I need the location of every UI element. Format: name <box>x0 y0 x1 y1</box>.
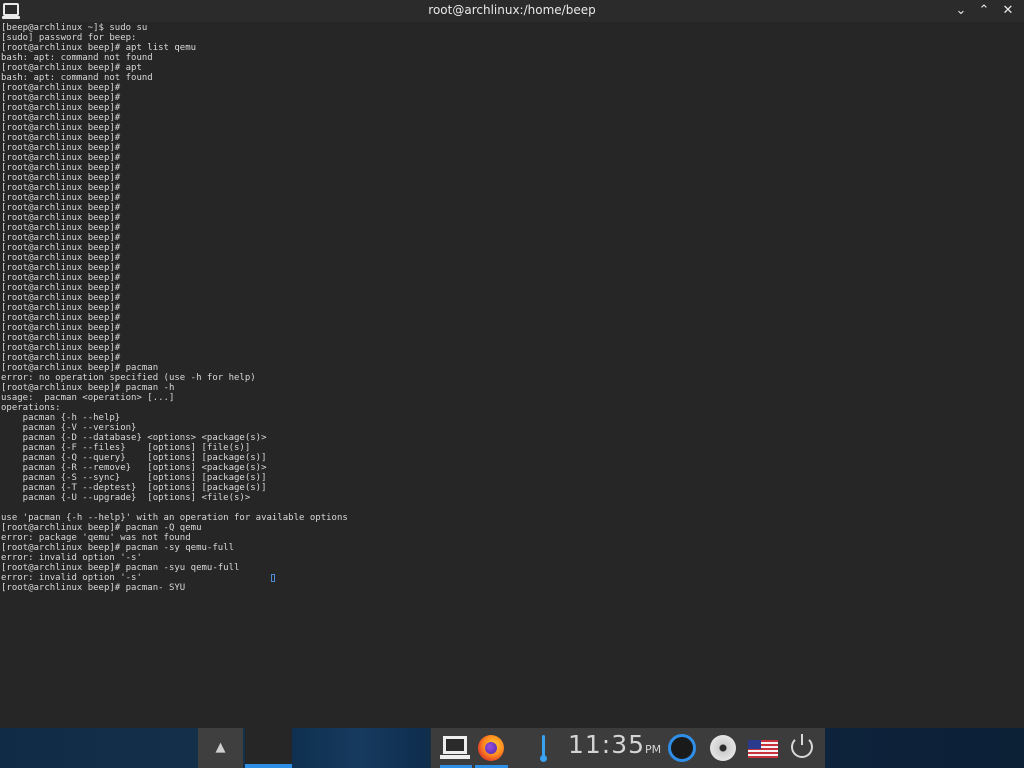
window-titlebar[interactable]: root@archlinux:/home/beep ⌄ ⌃ ✕ <box>0 0 1024 22</box>
terminal-line: [root@archlinux beep]# <box>1 313 121 323</box>
task-terminal-window[interactable] <box>245 728 292 768</box>
terminal-line: [root@archlinux beep]# <box>1 223 121 233</box>
terminal-line: [root@archlinux beep]# <box>1 303 121 313</box>
terminal-line: pacman {-F --files} [options] [file(s)] <box>1 443 251 453</box>
terminal-line: error: invalid option '-s' <box>1 573 142 583</box>
terminal-line: [root@archlinux beep]# <box>1 323 121 333</box>
terminal-line: [root@archlinux beep]# <box>1 183 121 193</box>
minimize-button[interactable]: ⌄ <box>952 2 970 20</box>
terminal-line: [root@archlinux beep]# <box>1 333 121 343</box>
disc-icon[interactable] <box>710 735 736 761</box>
terminal-line: pacman {-D --database} <options> <packag… <box>1 433 267 443</box>
window-title: root@archlinux:/home/beep <box>428 3 596 17</box>
terminal-line: [root@archlinux beep]# <box>1 343 121 353</box>
terminal-line: [root@archlinux beep]# <box>1 263 121 273</box>
terminal-line: [root@archlinux beep]# <box>1 93 121 103</box>
terminal-line: [root@archlinux beep]# <box>1 273 121 283</box>
power-icon[interactable] <box>791 734 813 758</box>
terminal-line: [root@archlinux beep]# apt list qemu <box>1 43 197 53</box>
thermometer-icon[interactable] <box>540 735 547 762</box>
terminal-line: pacman {-V --version} <box>1 423 137 433</box>
terminal-line: operations: <box>1 403 61 413</box>
firefox-icon[interactable] <box>478 735 504 761</box>
terminal-line: [root@archlinux beep]# <box>1 173 121 183</box>
terminal-line: pacman {-R --remove} [options] <package(… <box>1 463 267 473</box>
terminal-line: [root@archlinux beep]# <box>1 153 121 163</box>
terminal-line: [root@archlinux beep]# <box>1 83 121 93</box>
terminal-line: error: package 'qemu' was not found <box>1 533 191 543</box>
terminal-line: [root@archlinux beep]# <box>1 143 121 153</box>
terminal-line: use 'pacman {-h --help}' with an operati… <box>1 513 348 523</box>
terminal-line: [root@archlinux beep]# <box>1 253 121 263</box>
terminal-line: [root@archlinux beep]# <box>1 283 121 293</box>
terminal-line: [root@archlinux beep]# <box>1 353 121 363</box>
terminal-line: [root@archlinux beep]# <box>1 113 121 123</box>
terminal-line: [root@archlinux beep]# <box>1 243 121 253</box>
terminal-line: [root@archlinux beep]# <box>1 193 121 203</box>
text-cursor <box>271 574 275 582</box>
terminal-line: [root@archlinux beep]# apt <box>1 63 142 73</box>
maximize-button[interactable]: ⌃ <box>975 2 993 20</box>
terminal-line: [root@archlinux beep]# pacman -syu qemu-… <box>1 563 240 573</box>
terminal-line: [root@archlinux beep]# pacman- SYU <box>1 583 186 593</box>
terminal-line: error: invalid option '-s' <box>1 553 142 563</box>
terminal-line: [root@archlinux beep]# <box>1 293 121 303</box>
ring-icon[interactable] <box>668 734 696 762</box>
taskbar-background <box>292 728 428 768</box>
terminal-line: [root@archlinux beep]# <box>1 163 121 173</box>
clock-time: 11:35 <box>568 730 646 759</box>
active-task-indicator <box>245 764 292 768</box>
terminal-line: pacman {-h --help} <box>1 413 121 423</box>
terminal-line: error: no operation specified (use -h fo… <box>1 373 256 383</box>
clock[interactable]: 11:35PM <box>568 730 661 759</box>
terminal-line: [root@archlinux beep]# pacman -h <box>1 383 175 393</box>
terminal-line: bash: apt: command not found <box>1 73 153 83</box>
terminal-line: pacman {-T --deptest} [options] [package… <box>1 483 267 493</box>
terminal-line: [root@archlinux beep]# <box>1 123 121 133</box>
monitor-base <box>440 755 470 759</box>
taskbar: ▲ 11:35PM <box>0 728 1024 768</box>
us-flag-icon[interactable] <box>748 740 778 758</box>
terminal-line: [beep@archlinux ~]$ sudo su <box>1 23 148 33</box>
terminal-output[interactable]: [beep@archlinux ~]$ sudo su [sudo] passwo… <box>0 23 1024 728</box>
terminal-line: pacman {-Q --query} [options] [package(s… <box>1 453 267 463</box>
terminal-line: pacman {-S --sync} [options] [package(s)… <box>1 473 267 483</box>
terminal-line: pacman {-U --upgrade} [options] <file(s)… <box>1 493 251 503</box>
show-hidden-button[interactable]: ▲ <box>198 728 243 768</box>
terminal-line: [root@archlinux beep]# <box>1 133 121 143</box>
terminal-line: [root@archlinux beep]# <box>1 233 121 243</box>
terminal-line: usage: pacman <operation> [...] <box>1 393 175 403</box>
clock-ampm: PM <box>645 743 662 756</box>
terminal-line: [root@archlinux beep]# pacman -Q qemu <box>1 523 202 533</box>
terminal-launcher-icon[interactable] <box>440 734 470 764</box>
terminal-line: [sudo] password for beep: <box>1 33 137 43</box>
terminal-line: [root@archlinux beep]# pacman <box>1 363 159 373</box>
terminal-line: [root@archlinux beep]# pacman -sy qemu-f… <box>1 543 234 553</box>
terminal-line: bash: apt: command not found <box>1 53 153 63</box>
monitor-shape <box>443 736 467 754</box>
terminal-line: [root@archlinux beep]# <box>1 203 121 213</box>
close-button[interactable]: ✕ <box>999 2 1017 20</box>
terminal-line: [root@archlinux beep]# <box>1 213 121 223</box>
terminal-line: [root@archlinux beep]# <box>1 103 121 113</box>
